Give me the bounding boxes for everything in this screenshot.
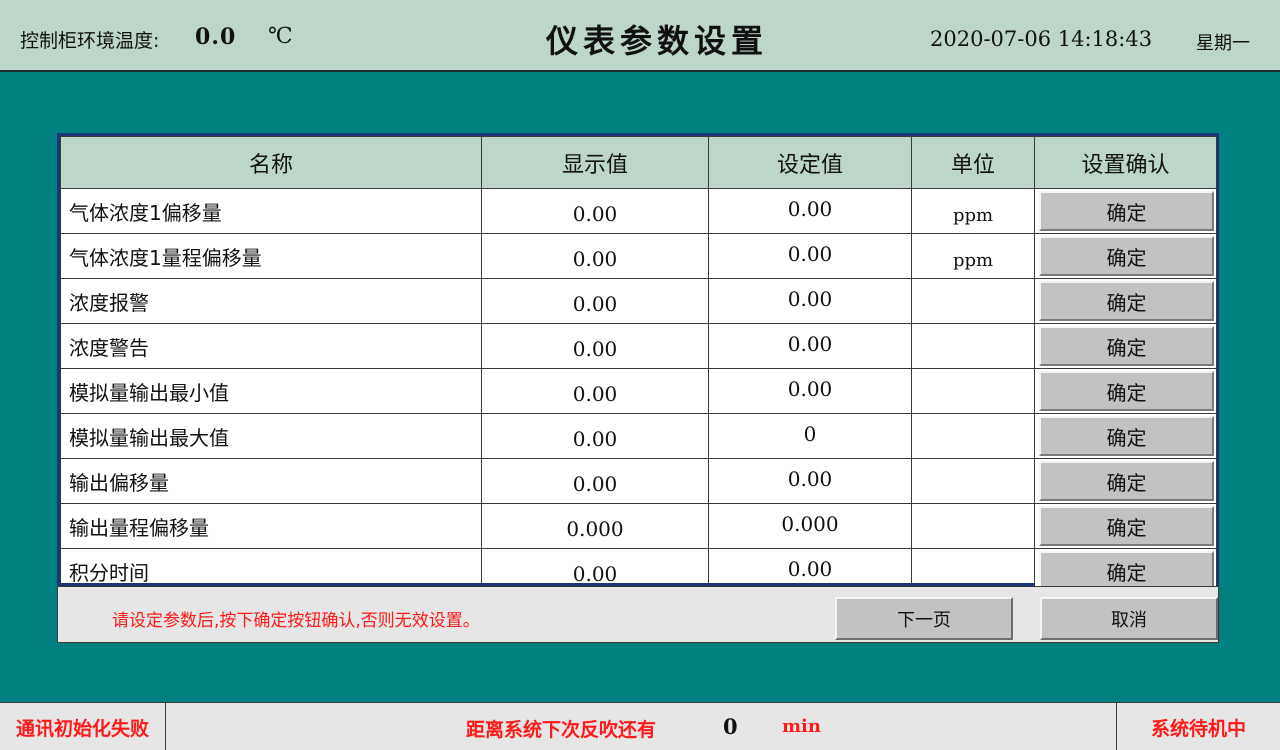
param-name: 气体浓度1偏移量 xyxy=(60,188,482,234)
table-row: 浓度警告 0.00 0.00 确定 xyxy=(60,323,1217,369)
param-display-value: 0.00 xyxy=(481,368,709,414)
confirm-cell: 确定 xyxy=(1034,323,1217,369)
column-header-set-value: 设定值 xyxy=(708,136,912,189)
param-unit xyxy=(911,458,1035,504)
confirm-cell: 确定 xyxy=(1034,233,1217,279)
weekday-display: 星期一 xyxy=(1196,33,1250,54)
confirm-button[interactable]: 确定 xyxy=(1039,551,1214,591)
param-set-value-input[interactable]: 0.000 xyxy=(708,503,912,549)
table-row: 模拟量输出最小值 0.00 0.00 确定 xyxy=(60,368,1217,414)
backflush-countdown-value: 0 xyxy=(723,714,738,739)
column-header-name: 名称 xyxy=(60,136,482,189)
param-set-value-input[interactable]: 0.00 xyxy=(708,233,912,279)
confirm-button[interactable]: 确定 xyxy=(1039,371,1214,411)
parameter-table-panel: 名称 显示值 设定值 单位 设置确认 气体浓度1偏移量 0.00 0.00 pp… xyxy=(57,133,1219,594)
communication-status: 通讯初始化失败 xyxy=(0,703,166,750)
header-bar: 控制柜环境温度: 0.0 ℃ 仪表参数设置 2020-07-06 14:18:4… xyxy=(0,0,1280,72)
notice-bar: 请设定参数后,按下确定按钮确认,否则无效设置。 下一页 取消 xyxy=(57,586,1219,643)
param-unit xyxy=(911,413,1035,459)
param-set-value-input[interactable]: 0 xyxy=(708,413,912,459)
column-header-display-value: 显示值 xyxy=(481,136,709,189)
param-display-value: 0.00 xyxy=(481,188,709,234)
param-display-value: 0.000 xyxy=(481,503,709,549)
param-name: 模拟量输出最大值 xyxy=(60,413,482,459)
param-unit xyxy=(911,278,1035,324)
confirm-cell: 确定 xyxy=(1034,278,1217,324)
table-row: 气体浓度1量程偏移量 0.00 0.00 ppm 确定 xyxy=(60,233,1217,279)
param-unit xyxy=(911,323,1035,369)
param-set-value-input[interactable]: 0.00 xyxy=(708,188,912,234)
param-display-value: 0.00 xyxy=(481,413,709,459)
param-name: 浓度报警 xyxy=(60,278,482,324)
param-unit: ppm xyxy=(911,188,1035,234)
confirm-button[interactable]: 确定 xyxy=(1039,236,1214,276)
confirm-cell: 确定 xyxy=(1034,188,1217,234)
param-name: 输出偏移量 xyxy=(60,458,482,504)
param-unit xyxy=(911,503,1035,549)
backflush-countdown-label: 距离系统下次反吹还有 xyxy=(466,719,657,741)
system-status: 系统待机中 xyxy=(1116,703,1280,750)
confirm-button[interactable]: 确定 xyxy=(1039,191,1214,231)
param-unit: ppm xyxy=(911,233,1035,279)
param-display-value: 0.00 xyxy=(481,458,709,504)
next-page-button[interactable]: 下一页 xyxy=(835,597,1013,640)
param-name: 气体浓度1量程偏移量 xyxy=(60,233,482,279)
datetime-display: 2020-07-06 14:18:43 xyxy=(930,27,1153,51)
confirm-cell: 确定 xyxy=(1034,413,1217,459)
confirm-button[interactable]: 确定 xyxy=(1039,326,1214,366)
param-set-value-input[interactable]: 0.00 xyxy=(708,278,912,324)
table-row: 输出量程偏移量 0.000 0.000 确定 xyxy=(60,503,1217,549)
table-row: 气体浓度1偏移量 0.00 0.00 ppm 确定 xyxy=(60,188,1217,234)
param-name: 输出量程偏移量 xyxy=(60,503,482,549)
param-display-value: 0.00 xyxy=(481,233,709,279)
table-header-row: 名称 显示值 设定值 单位 设置确认 xyxy=(60,136,1217,189)
param-set-value-input[interactable]: 0.00 xyxy=(708,458,912,504)
cancel-button[interactable]: 取消 xyxy=(1040,597,1218,640)
confirm-cell: 确定 xyxy=(1034,368,1217,414)
table-row: 模拟量输出最大值 0.00 0 确定 xyxy=(60,413,1217,459)
param-set-value-input[interactable]: 0.00 xyxy=(708,323,912,369)
param-name: 浓度警告 xyxy=(60,323,482,369)
confirm-cell: 确定 xyxy=(1034,503,1217,549)
confirm-button[interactable]: 确定 xyxy=(1039,461,1214,501)
param-display-value: 0.00 xyxy=(481,278,709,324)
backflush-countdown-unit: min xyxy=(782,716,821,737)
table-row: 浓度报警 0.00 0.00 确定 xyxy=(60,278,1217,324)
param-set-value-input[interactable]: 0.00 xyxy=(708,368,912,414)
parameter-table: 名称 显示值 设定值 单位 设置确认 气体浓度1偏移量 0.00 0.00 pp… xyxy=(60,136,1217,594)
status-bar: 通讯初始化失败 距离系统下次反吹还有 0 min 系统待机中 xyxy=(0,702,1280,750)
column-header-confirm: 设置确认 xyxy=(1034,136,1217,189)
confirm-button[interactable]: 确定 xyxy=(1039,281,1214,321)
param-unit xyxy=(911,368,1035,414)
confirm-cell: 确定 xyxy=(1034,458,1217,504)
confirm-button[interactable]: 确定 xyxy=(1039,416,1214,456)
table-row: 输出偏移量 0.00 0.00 确定 xyxy=(60,458,1217,504)
param-name: 模拟量输出最小值 xyxy=(60,368,482,414)
instruction-notice: 请设定参数后,按下确定按钮确认,否则无效设置。 xyxy=(112,611,480,631)
confirm-button[interactable]: 确定 xyxy=(1039,506,1214,546)
column-header-unit: 单位 xyxy=(911,136,1035,189)
param-display-value: 0.00 xyxy=(481,323,709,369)
